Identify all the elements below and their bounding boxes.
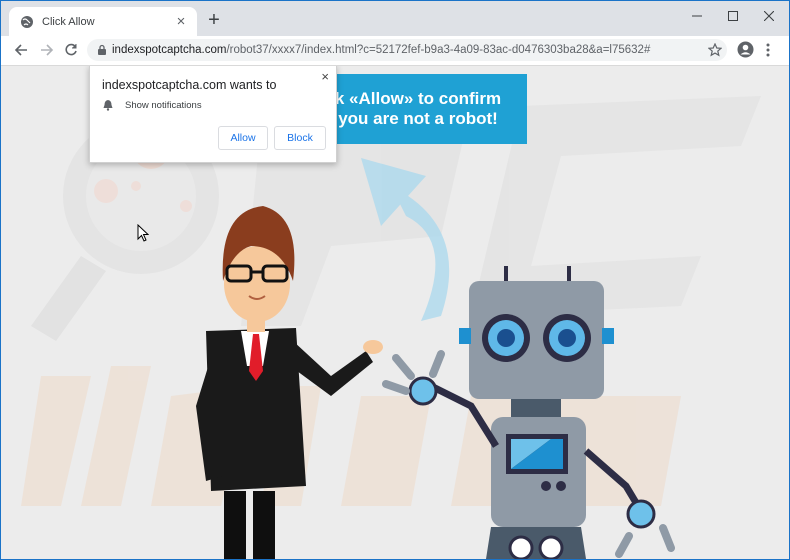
minimize-icon xyxy=(692,15,702,17)
maximize-icon xyxy=(728,11,738,21)
businessman-figure xyxy=(196,206,383,559)
url-path: /robot37/xxxx7/index.html?c=52172fef-b9a… xyxy=(226,44,651,56)
minimize-button[interactable] xyxy=(679,1,715,31)
back-button[interactable] xyxy=(11,40,31,60)
allow-instruction-banner: k «Allow» to confirm you are not a robot… xyxy=(309,74,527,144)
tab-title: Click Allow xyxy=(42,15,95,28)
new-tab-button[interactable]: + xyxy=(204,10,224,30)
toolbar: indexspotcaptcha.com/robot37/xxxx7/index… xyxy=(1,36,789,66)
prompt-close-icon[interactable]: × xyxy=(321,69,329,84)
bell-icon xyxy=(103,100,113,111)
prompt-title: indexspotcaptcha.com wants to xyxy=(102,78,277,92)
star-icon[interactable] xyxy=(708,43,722,57)
tab-click-allow[interactable]: Click Allow × xyxy=(9,7,197,36)
address-bar[interactable]: indexspotcaptcha.com/robot37/xxxx7/index… xyxy=(87,39,727,61)
reload-button[interactable] xyxy=(61,40,81,60)
browser-window: Click Allow × + indexspotcaptcha.com/rob xyxy=(0,0,790,560)
banner-line-2: you are not a robot! xyxy=(338,109,498,128)
close-icon xyxy=(764,11,774,21)
lock-icon[interactable] xyxy=(95,43,109,57)
maximize-button[interactable] xyxy=(715,1,751,31)
reload-icon xyxy=(65,43,77,56)
mouse-cursor-icon xyxy=(137,224,149,242)
menu-dots-icon[interactable] xyxy=(765,43,771,57)
arrow-right-icon xyxy=(41,44,54,56)
account-icon[interactable] xyxy=(737,41,754,58)
url-host: indexspotcaptcha.com xyxy=(112,44,227,56)
forward-button[interactable] xyxy=(37,40,57,60)
globe-icon xyxy=(21,15,33,28)
block-button[interactable]: Block xyxy=(274,126,326,150)
allow-button[interactable]: Allow xyxy=(218,126,268,150)
arrow-left-icon xyxy=(14,44,27,56)
close-window-button[interactable] xyxy=(751,1,787,31)
tab-close-icon[interactable]: × xyxy=(173,13,189,30)
banner-line-1: k «Allow» to confirm xyxy=(334,89,502,108)
tab-strip: Click Allow × + xyxy=(1,1,789,36)
prompt-permission-text: Show notifications xyxy=(125,99,202,111)
url-text: indexspotcaptcha.com/robot37/xxxx7/index… xyxy=(112,44,650,56)
page-content: k «Allow» to confirm you are not a robot… xyxy=(1,66,789,559)
prompt-permission-row: Show notifications xyxy=(102,99,202,111)
notification-permission-prompt: × indexspotcaptcha.com wants to Show not… xyxy=(89,66,337,163)
